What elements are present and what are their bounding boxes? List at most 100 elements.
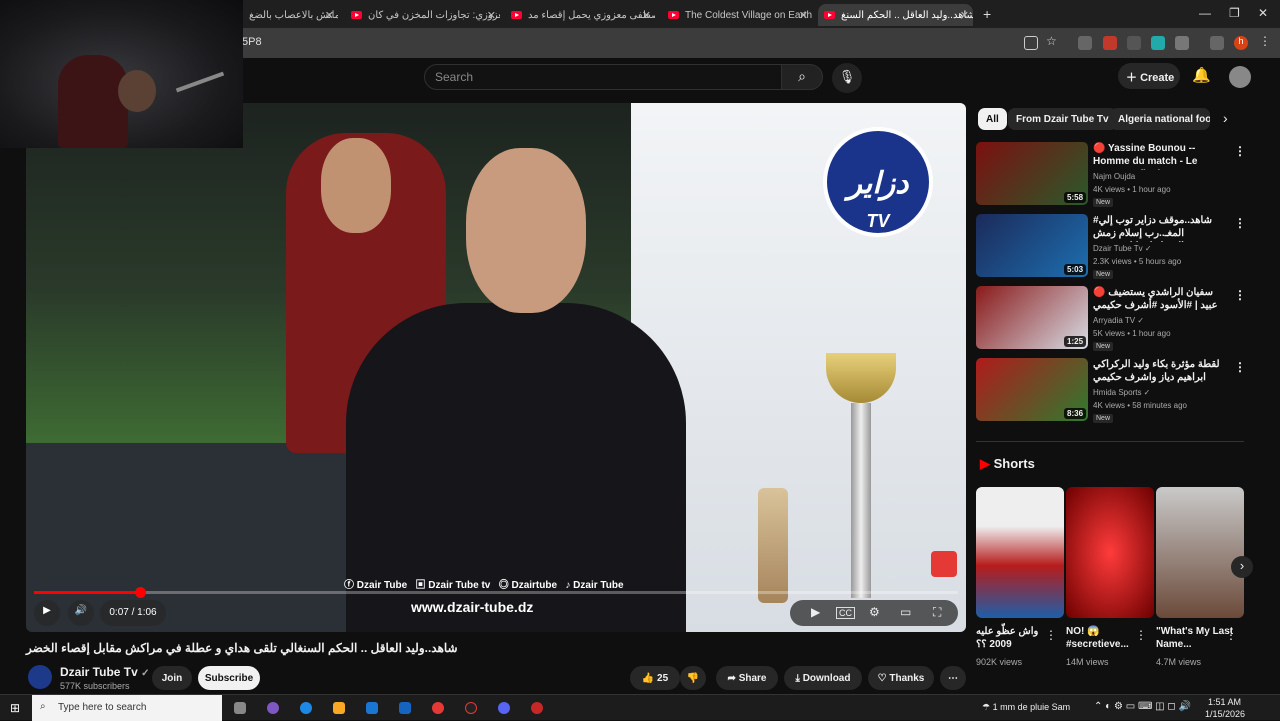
bookmark-star-icon[interactable]: ☆ (1046, 34, 1060, 48)
dislike-button[interactable]: 👎 (680, 666, 706, 690)
windows-start-icon[interactable]: ⊞ (10, 701, 20, 715)
clock-time[interactable]: 1:51 AM (1208, 697, 1241, 707)
cast-icon[interactable] (1024, 36, 1038, 50)
play-button[interactable]: ▶ (34, 600, 60, 626)
recommendation-item[interactable]: 1:25 🔴 سفيان الراشدي يستضيف عبيد | #الأس… (976, 286, 1246, 351)
discord-icon[interactable] (498, 702, 510, 714)
short-thumbnail[interactable] (1156, 487, 1244, 618)
url-text[interactable]: 5P8 (242, 36, 262, 48)
app-icon[interactable] (531, 702, 543, 714)
browser-tab[interactable]: مصطفى معزوزي يحمل إقصاء مد ✕ (505, 4, 655, 26)
thanks-button[interactable]: ♡ Thanks (868, 666, 934, 690)
more-options-icon[interactable]: ⋮ (1045, 628, 1057, 642)
chrome-icon[interactable] (432, 702, 444, 714)
download-button[interactable]: ⤓ Download (784, 666, 862, 690)
like-button[interactable]: 👍 25 (630, 666, 680, 690)
close-tab-icon[interactable]: ✕ (642, 9, 651, 22)
youtube-icon (824, 11, 835, 19)
new-tab-button[interactable]: + (983, 6, 991, 22)
join-button[interactable]: Join (152, 666, 192, 690)
channel-avatar[interactable] (28, 665, 52, 689)
profile-avatar[interactable]: h (1234, 36, 1248, 50)
create-button[interactable]: ＋ Create (1118, 63, 1180, 89)
chips-next-icon[interactable]: › (1223, 110, 1228, 126)
short-title[interactable]: "What's My Last Name... (1156, 625, 1236, 651)
recommendation-title[interactable]: 🔴 سفيان الراشدي يستضيف عبيد | #الأسود #أ… (1093, 286, 1225, 314)
search-input[interactable]: Search (424, 64, 782, 90)
video-player[interactable]: دزاير TV ⓕ Dzair Tube ▣ Dzair Tube tv ◎ D… (26, 103, 966, 632)
weather-widget[interactable]: ☂ 1 mm de pluie Sam (982, 702, 1070, 713)
recommendation-channel[interactable]: Najm Oujda (1093, 172, 1135, 181)
recommendation-channel[interactable]: Arryadia TV ✓ (1093, 316, 1144, 325)
browser-tab-active[interactable]: شاهد..وليد العاقل .. الحكم السنغ ✕ (818, 4, 973, 26)
extension-icon[interactable] (1078, 36, 1092, 50)
more-options-icon[interactable]: ⋮ (1234, 216, 1246, 230)
search-button[interactable]: ⌕ (781, 64, 823, 90)
settings-gear-icon[interactable]: ⚙ (869, 605, 880, 619)
short-thumbnail[interactable] (1066, 487, 1154, 618)
extension-icon[interactable] (1151, 36, 1165, 50)
subscribe-button[interactable]: Subscribe (198, 666, 260, 690)
extensions-puzzle-icon[interactable] (1175, 36, 1189, 50)
minimize-button[interactable]: — (1199, 6, 1211, 20)
chip-algeria[interactable]: Algeria national footb (1110, 108, 1210, 130)
voice-search-button[interactable]: 🎙 (832, 63, 862, 93)
notifications-bell-icon[interactable]: 🔔 (1192, 66, 1211, 84)
outlook-icon[interactable] (399, 702, 411, 714)
reading-list-icon[interactable] (1210, 36, 1224, 50)
browser-tab[interactable]: The Coldest Village on Earth: O ✕ (662, 4, 812, 26)
short-thumbnail[interactable] (976, 487, 1064, 618)
taskbar-search-input[interactable]: ⌕ Type here to search (32, 695, 222, 721)
obs-icon[interactable] (465, 702, 477, 714)
more-options-icon[interactable]: ⋮ (1234, 144, 1246, 158)
file-explorer-icon[interactable] (333, 702, 345, 714)
progress-bar[interactable] (34, 587, 958, 598)
volume-button[interactable]: 🔊 (68, 600, 94, 626)
short-title[interactable]: واش عظّو عليه 2009 ؟؟ (976, 625, 1056, 651)
copilot-icon[interactable] (267, 702, 279, 714)
more-options-icon[interactable]: ⋮ (1234, 288, 1246, 302)
menu-kebab-icon[interactable]: ⋮ (1259, 34, 1273, 48)
short-title[interactable]: NO! 😱 #secretieve... (1066, 625, 1146, 651)
account-avatar[interactable] (1229, 66, 1251, 88)
recommendation-title[interactable]: لقطة مؤثرة بكاء وليد الركراكي ابراهيم دي… (1093, 358, 1225, 386)
chip-from-channel[interactable]: From Dzair Tube Tv (1008, 108, 1117, 130)
close-tab-icon[interactable]: ✕ (487, 9, 496, 22)
channel-name[interactable]: Dzair Tube Tv ✓ (60, 665, 150, 679)
recommendation-title[interactable]: #شاهد..موقف دزاير توب إلي المغـ..رب إسلا… (1093, 214, 1225, 242)
recommendation-channel[interactable]: Hmida Sports ✓ (1093, 388, 1150, 397)
autoplay-toggle-icon[interactable]: ▶ (811, 605, 820, 619)
more-options-icon[interactable]: ⋮ (1234, 360, 1246, 374)
fullscreen-icon[interactable]: ⛶ (933, 605, 941, 620)
edge-icon[interactable] (300, 702, 312, 714)
restore-button[interactable]: ❐ (1229, 6, 1240, 20)
more-actions-button[interactable]: ⋯ (940, 666, 966, 690)
captions-icon[interactable]: CC (836, 607, 855, 619)
share-button[interactable]: ➦ Share (716, 666, 778, 690)
clock-date[interactable]: 1/15/2026 (1205, 709, 1245, 719)
more-options-icon[interactable]: ⋮ (1135, 628, 1147, 642)
recommendation-title[interactable]: 🔴 Yassine Bounou -- Homme du match - Le … (1093, 142, 1225, 170)
chip-all[interactable]: All (978, 108, 1007, 130)
store-icon[interactable] (366, 702, 378, 714)
recommendation-item[interactable]: 5:03 #شاهد..موقف دزاير توب إلي المغـ..رب… (976, 214, 1246, 279)
browser-tab[interactable]: معزوزي: تجاوزات المخزن في كان ✕ (345, 4, 500, 26)
extension-icon[interactable] (1127, 36, 1141, 50)
close-window-button[interactable]: ✕ (1258, 6, 1268, 20)
more-options-icon[interactable]: ⋮ (1225, 628, 1237, 642)
recommendation-item[interactable]: 5:58 🔴 Yassine Bounou -- Homme du match … (976, 142, 1246, 207)
close-tab-icon[interactable]: ✕ (799, 9, 808, 22)
extension-icon[interactable] (1103, 36, 1117, 50)
close-tab-icon[interactable]: ✕ (325, 9, 334, 22)
theater-mode-icon[interactable]: ▭ (900, 605, 911, 619)
recommendation-item[interactable]: 8:36 لقطة مؤثرة بكاء وليد الركراكي ابراه… (976, 358, 1246, 423)
browser-tab[interactable]: ماتش بالاعصاب بالضغ ✕ (243, 4, 338, 26)
close-tab-icon[interactable]: ✕ (960, 9, 969, 22)
tray-icons[interactable]: ⌃ ◐ ⚙ ▭ ⌨ ◫ ◻ 🔊 (1094, 701, 1191, 712)
windows-taskbar: ⊞ ⌕ Type here to search ☂ 1 mm de pluie S… (0, 694, 1280, 721)
short-views: 4.7M views (1156, 657, 1202, 667)
progress-fill (34, 591, 141, 594)
recommendation-channel[interactable]: Dzair Tube Tv ✓ (1093, 244, 1152, 253)
task-view-icon[interactable] (234, 702, 246, 714)
shorts-next-icon[interactable]: › (1231, 556, 1253, 578)
